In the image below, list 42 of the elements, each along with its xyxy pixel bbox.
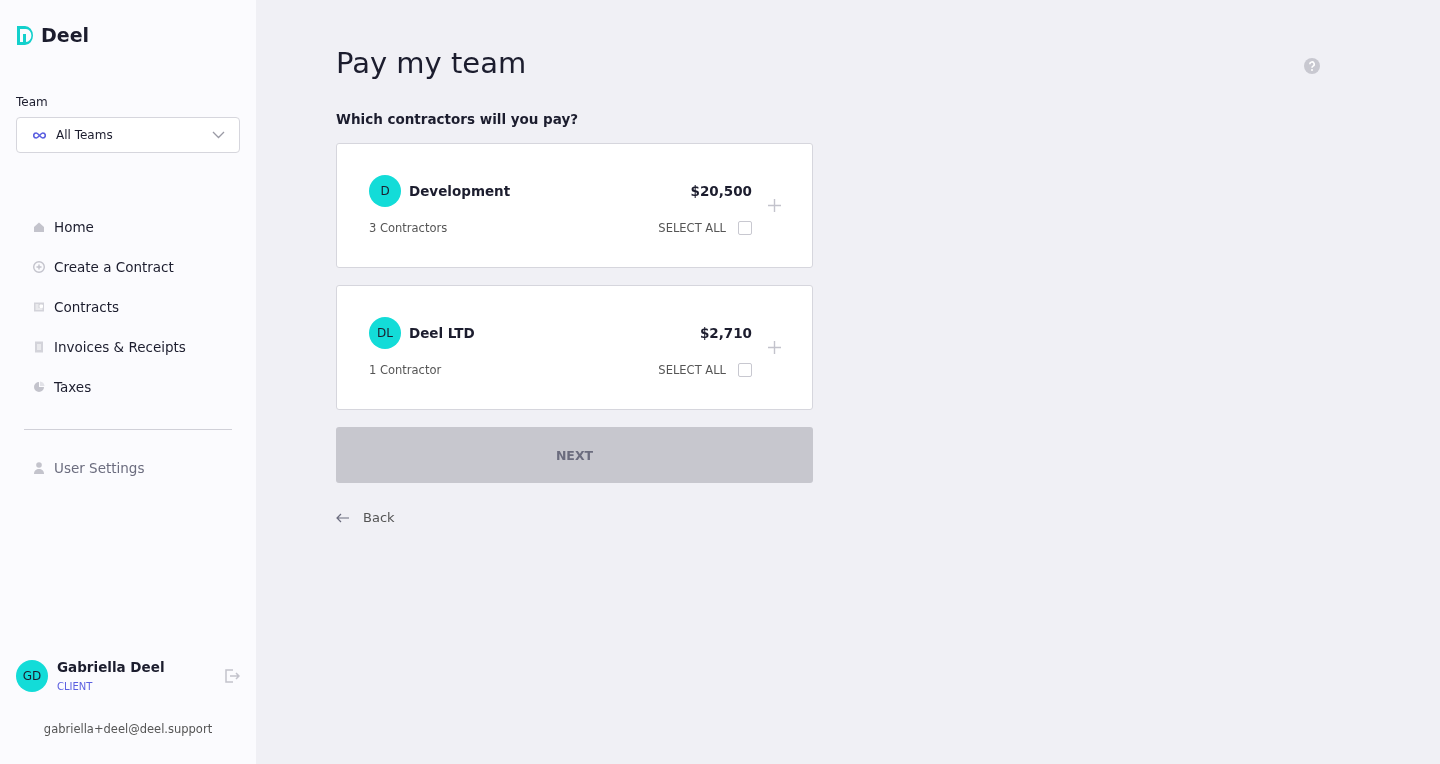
infinity-icon (33, 131, 46, 139)
user-avatar: GD (16, 659, 48, 692)
page-title: Pay my team (336, 46, 527, 80)
nav-item[interactable]: Contracts (32, 287, 240, 327)
chevron-down-icon (212, 131, 225, 139)
home-icon (32, 220, 46, 234)
team-avatar: DL (369, 317, 401, 349)
nav-item[interactable]: User Settings (32, 448, 240, 488)
team-avatar: D (369, 175, 401, 207)
team-label: Team (16, 95, 49, 109)
user-name: Gabriella Deel (57, 659, 165, 675)
select-all-label: SELECT ALL (658, 363, 726, 377)
select-all-checkbox[interactable] (738, 363, 752, 377)
nav-item[interactable]: Invoices & Receipts (32, 327, 240, 367)
nav-item[interactable]: Home (32, 207, 240, 247)
team-amount: $2,710 (699, 325, 752, 341)
user-role: CLIENT (57, 681, 94, 692)
logout-icon[interactable] (224, 667, 240, 684)
contractor-count: 3 Contractors (369, 221, 449, 235)
nav-item[interactable]: Taxes (32, 367, 240, 407)
team-name: Development (409, 183, 512, 199)
pie-chart-icon (32, 380, 46, 394)
select-all-label: SELECT ALL (658, 221, 726, 235)
expand-plus-icon[interactable] (768, 341, 781, 354)
back-link[interactable]: Back (336, 510, 395, 525)
question-text: Which contractors will you pay? (336, 111, 580, 127)
logo-icon (16, 24, 34, 46)
expand-plus-icon[interactable] (768, 199, 781, 212)
document-icon (32, 340, 46, 354)
plus-circle-icon (32, 260, 46, 274)
team-amount: $20,500 (690, 183, 752, 199)
team-select[interactable]: All Teams (16, 117, 240, 153)
logo-text: Deel (41, 24, 90, 46)
team-name: Deel LTD (409, 325, 476, 341)
card-icon (32, 300, 46, 314)
nav-item[interactable]: Create a Contract (32, 247, 240, 287)
select-all-checkbox[interactable] (738, 221, 752, 235)
arrow-left-icon (336, 512, 349, 523)
user-email: gabriella+deel@deel.support (42, 722, 214, 736)
contractor-count: 1 Contractor (369, 363, 443, 377)
user-icon (32, 461, 46, 475)
help-icon[interactable] (1304, 58, 1320, 74)
